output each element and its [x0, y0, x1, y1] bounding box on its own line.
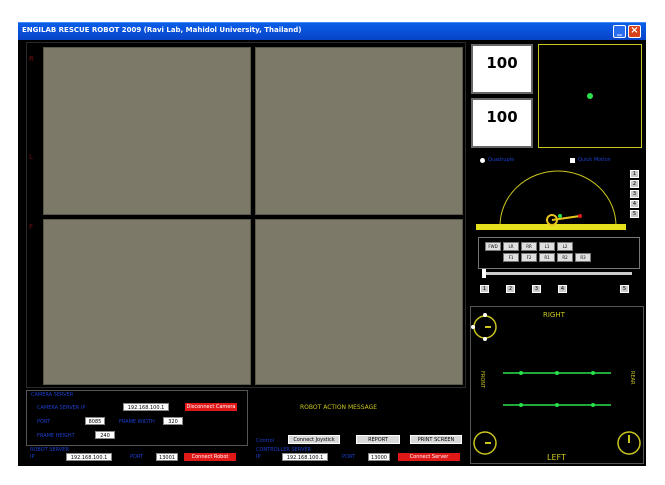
camera-panel: R L F — [26, 42, 466, 388]
pad-l1[interactable]: L1 — [539, 242, 555, 251]
window-title: ENGILAB RESCUE ROBOT 2009 (Ravi Lab, Mah… — [22, 26, 302, 34]
radio-1-label: Quadruple — [488, 157, 515, 163]
frame-width-label: FRAME WIDTH — [119, 419, 155, 425]
gauge-box-1: 100 — [471, 44, 533, 94]
port-field[interactable]: 8085 — [85, 417, 105, 425]
direction-pad: FWD LR RR L1 L2 F1 F2 R1 R2 R3 — [478, 237, 640, 269]
slider-thumb[interactable] — [482, 269, 486, 278]
pad-l2[interactable]: L2 — [557, 242, 573, 251]
camera-view-3[interactable] — [43, 219, 251, 385]
robot-ip-field[interactable]: 192.168.100.1 — [66, 453, 112, 461]
arm-panel: Quadruple Quick Motion 1 2 3 4 5 FWD LR … — [470, 152, 644, 302]
pad-fwd[interactable]: FWD — [485, 242, 501, 251]
pad-f1[interactable]: F1 — [503, 253, 519, 262]
mode-button-2[interactable]: 2 — [506, 285, 515, 293]
message-panel: ROBOT ACTION MESSAGE Control Connect Joy… — [252, 390, 466, 448]
port-label: PORT — [37, 419, 51, 425]
relay-ip-label: IP — [256, 454, 261, 460]
robot-ip-label: IP — [30, 454, 35, 460]
pad-f2[interactable]: F2 — [521, 253, 537, 262]
relay-port-label: PORT — [342, 454, 356, 460]
position-radar — [538, 44, 642, 148]
connect-joystick-button[interactable]: Connect Joystick — [288, 435, 340, 444]
preset-button-2[interactable]: 2 — [630, 180, 639, 188]
red-marker: L — [29, 153, 33, 161]
mode-button-4[interactable]: 4 — [558, 285, 567, 293]
frame-height-field[interactable]: 240 — [95, 431, 115, 439]
pad-rr[interactable]: RR — [521, 242, 537, 251]
minimize-button[interactable]: _ — [613, 25, 626, 38]
track-panel: RIGHT LEFT FRONT REAR — [470, 306, 644, 464]
arm-green-dot — [558, 214, 562, 218]
title-bar[interactable]: ENGILAB RESCUE ROBOT 2009 (Ravi Lab, Mah… — [18, 22, 646, 40]
relay-ip-field[interactable]: 192.168.100.1 — [282, 453, 328, 461]
mode-button-1[interactable]: 1 — [480, 285, 489, 293]
server-ip-field[interactable]: 192.168.100.1 — [123, 403, 169, 411]
minimize-icon: _ — [617, 25, 622, 36]
radio-2-dot[interactable] — [570, 158, 575, 163]
preset-button-5[interactable]: 5 — [630, 210, 639, 218]
frame-height-label: FRAME HEIGHT — [37, 433, 75, 439]
relay-connection-panel: CONTROLLER SERVER IP 192.168.100.1 PORT … — [252, 447, 466, 464]
camera-settings-panel: CAMERA SERVER CAMERA SERVER IP 192.168.1… — [26, 390, 248, 446]
gauge-value-1: 100 — [486, 54, 518, 72]
connect-server-button[interactable]: Connect Server — [398, 453, 460, 461]
disconnect-camera-button[interactable]: Disconnect Camera — [185, 403, 237, 411]
message-title: ROBOT ACTION MESSAGE — [300, 404, 378, 411]
arm-arc — [499, 170, 617, 227]
speed-slider[interactable] — [482, 269, 632, 278]
red-marker: F — [29, 223, 34, 231]
preset-button-1[interactable]: 1 — [630, 170, 639, 178]
red-marker: R — [29, 55, 34, 63]
robot-connection-panel: ROBOT SERVER IP 192.168.100.1 PORT 13001… — [26, 447, 248, 464]
gauge-value-2: 100 — [486, 108, 518, 126]
camera-view-1[interactable] — [43, 47, 251, 215]
preset-button-4[interactable]: 4 — [630, 200, 639, 208]
connect-robot-button[interactable]: Connect Robot — [184, 453, 236, 461]
close-icon: × — [630, 25, 639, 36]
radio-1-dot[interactable] — [480, 158, 485, 163]
pad-r2[interactable]: R2 — [557, 253, 573, 262]
robot-port-label: PORT — [130, 454, 144, 460]
frame-width-field[interactable]: 320 — [163, 417, 183, 425]
control-label: Control — [256, 438, 275, 444]
gauge-box-2: 100 — [471, 98, 533, 148]
arm-gauge-svg — [476, 170, 626, 230]
close-button[interactable]: × — [628, 25, 641, 38]
pad-lr[interactable]: LR — [503, 242, 519, 251]
print-screen-button[interactable]: PRINT SCREEN — [410, 435, 462, 444]
report-button[interactable]: REPORT — [356, 435, 400, 444]
app-window: ENGILAB RESCUE ROBOT 2009 (Ravi Lab, Mah… — [18, 22, 646, 466]
pad-r3[interactable]: R3 — [575, 253, 591, 262]
pad-r1[interactable]: R1 — [539, 253, 555, 262]
radio-2-label: Quick Motion — [578, 157, 611, 163]
camera-server-header: CAMERA SERVER — [31, 392, 74, 398]
robot-server-header: ROBOT SERVER — [30, 447, 69, 453]
robot-port-field[interactable]: 13001 — [156, 453, 178, 461]
track-diagram — [471, 313, 641, 455]
camera-view-4[interactable] — [255, 219, 463, 385]
server-ip-label: CAMERA SERVER IP — [37, 405, 86, 411]
relay-port-field[interactable]: 13000 — [368, 453, 390, 461]
preset-button-3[interactable]: 3 — [630, 190, 639, 198]
arm-tip — [578, 214, 582, 218]
mode-button-3[interactable]: 3 — [532, 285, 541, 293]
camera-view-2[interactable] — [255, 47, 463, 215]
position-dot — [587, 93, 593, 99]
mode-button-5[interactable]: 5 — [620, 285, 629, 293]
